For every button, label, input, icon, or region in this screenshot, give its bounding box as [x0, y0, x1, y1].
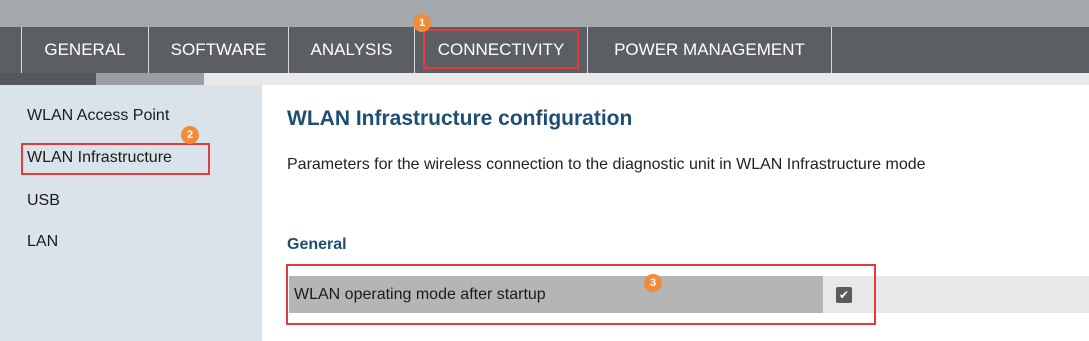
tab-connectivity[interactable]: CONNECTIVITY: [414, 27, 587, 73]
callout-badge-2: 2: [181, 126, 199, 144]
sidebar-item-wlan-infrastructure[interactable]: WLAN Infrastructure: [27, 149, 172, 167]
tab-scroll-indicator: [0, 73, 1089, 85]
sidebar-item-usb[interactable]: USB: [27, 192, 60, 210]
main-tab-bar: GENERAL SOFTWARE ANALYSIS CONNECTIVITY P…: [0, 27, 1089, 73]
sidebar: WLAN Access Point WLAN Infrastructure US…: [0, 85, 262, 341]
scroll-indicator-segment-light: [96, 73, 204, 85]
parameter-row-wlan-operating-mode: WLAN operating mode after startup ✔: [289, 276, 1089, 313]
section-title-general: General: [287, 236, 347, 253]
parameter-label: WLAN operating mode after startup: [289, 276, 823, 313]
page-title: WLAN Infrastructure configuration: [287, 107, 633, 130]
callout-badge-3: 3: [644, 274, 662, 292]
tab-bar-spacer: [0, 27, 21, 73]
tab-analysis[interactable]: ANALYSIS: [288, 27, 414, 73]
checkmark-icon[interactable]: ✔: [836, 287, 852, 303]
top-header-strip: [0, 0, 1089, 27]
tab-software[interactable]: SOFTWARE: [148, 27, 288, 73]
tab-power-management[interactable]: POWER MANAGEMENT: [587, 27, 832, 73]
sidebar-item-lan[interactable]: LAN: [27, 233, 58, 251]
page-description: Parameters for the wireless connection t…: [287, 156, 926, 173]
sidebar-item-wlan-access-point[interactable]: WLAN Access Point: [27, 107, 169, 125]
scroll-indicator-segment-dark: [0, 73, 96, 85]
main-content: WLAN Infrastructure configuration Parame…: [262, 85, 1089, 341]
callout-badge-1: 1: [413, 14, 431, 32]
tab-general[interactable]: GENERAL: [21, 27, 148, 73]
